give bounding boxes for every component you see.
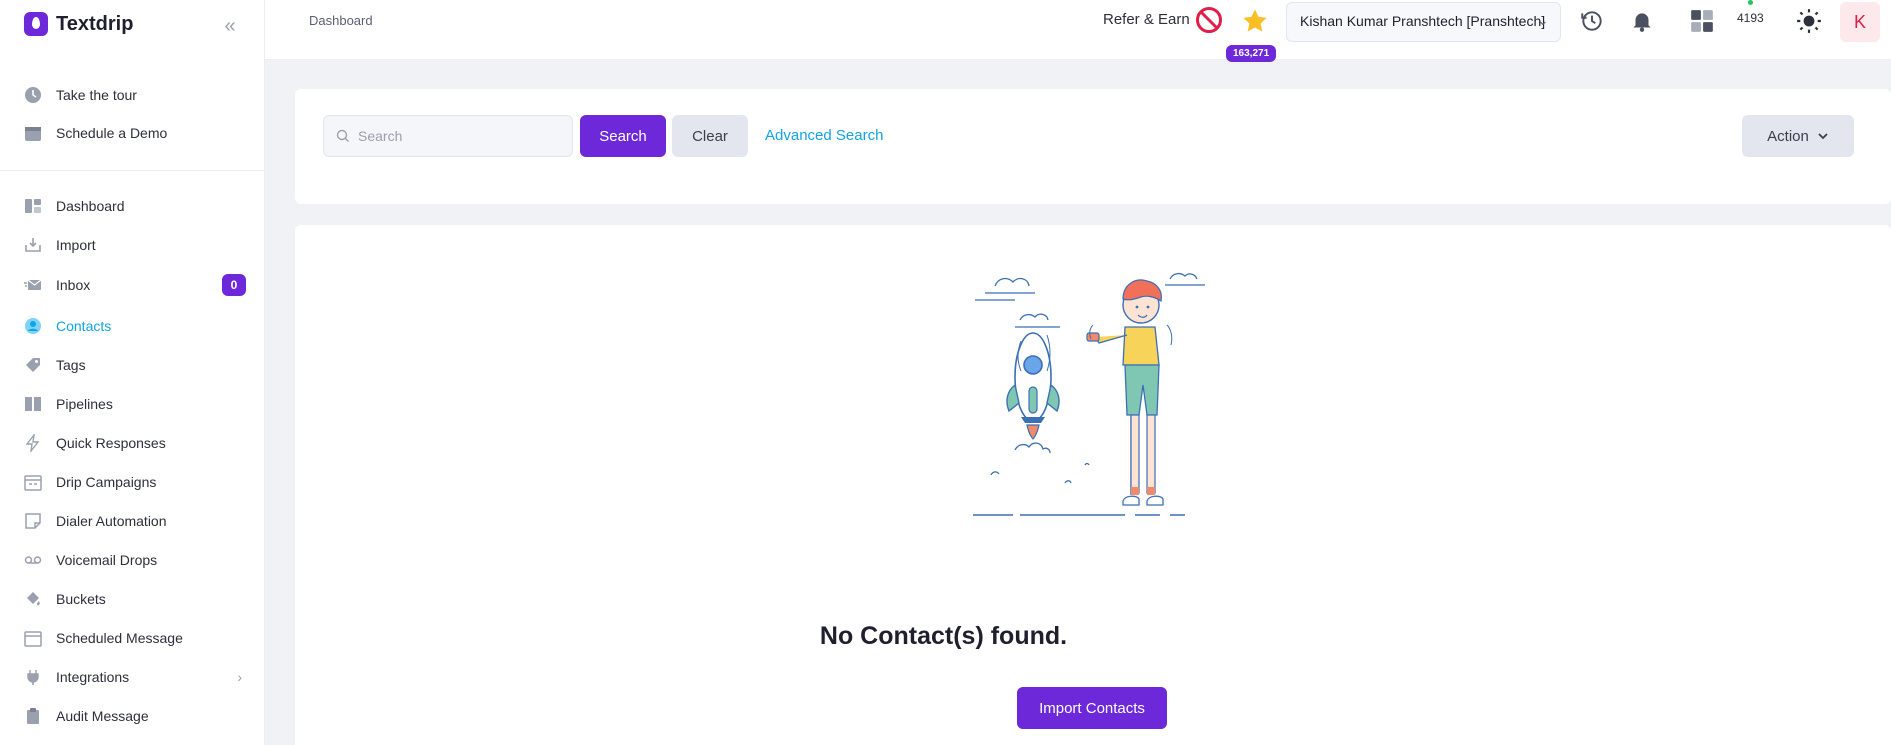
voicemail-icon [24, 551, 42, 569]
action-button-label: Action [1767, 127, 1809, 145]
sidebar-item-voicemail-drops[interactable]: Voicemail Drops [24, 548, 246, 572]
note-icon [24, 512, 42, 530]
sidebar-item-label: Dashboard [56, 198, 125, 214]
sidebar-item-quick-responses[interactable]: Quick Responses [24, 431, 246, 455]
import-icon [24, 236, 42, 254]
search-icon [336, 129, 349, 142]
chevron-right-icon: › [237, 669, 242, 685]
sidebar-item-label: Voicemail Drops [56, 552, 158, 568]
sidebar-item-pipelines[interactable]: Pipelines [24, 392, 246, 416]
lightning-icon [24, 434, 42, 452]
sidebar-item-label: Integrations [56, 669, 130, 685]
sidebar-item-contacts[interactable]: Contacts [24, 314, 246, 338]
clock-icon [24, 86, 42, 104]
calendar-clock-icon [24, 629, 42, 647]
sidebar-item-label: Dialer Automation [56, 513, 167, 529]
sidebar-item-integrations[interactable]: Integrations › [24, 665, 246, 689]
sidebar-item-label: Schedule a Demo [56, 125, 168, 141]
sidebar-item-schedule-demo[interactable]: Schedule a Demo [24, 121, 246, 145]
empty-state-card: No Contact(s) found. Import Contacts [295, 225, 1891, 745]
online-status-dot [1748, 0, 1753, 5]
advanced-search-link[interactable]: Advanced Search [765, 127, 883, 144]
clipboard-icon [24, 707, 42, 725]
sidebar-item-dashboard[interactable]: Dashboard [24, 194, 246, 218]
sidebar: Textdrip « Take the tour Schedule a Demo… [0, 0, 265, 745]
search-card: Search Clear Advanced Search Action [295, 89, 1891, 204]
textdrip-logo-icon [24, 12, 48, 36]
sidebar-item-label: Inbox [56, 277, 91, 293]
brand-name: Textdrip [56, 12, 134, 35]
user-circle-icon [24, 317, 42, 335]
sun-icon[interactable] [1796, 8, 1822, 34]
bell-icon[interactable] [1629, 8, 1655, 34]
sidebar-item-dialer-automation[interactable]: Dialer Automation [24, 509, 246, 533]
sidebar-item-label: Import [56, 237, 96, 253]
star-icon[interactable] [1241, 7, 1269, 35]
plug-icon [24, 668, 42, 686]
inbox-icon [24, 276, 42, 294]
paint-bucket-icon [24, 590, 42, 608]
top-bar: Dashboard Refer & Earn 163,271 Kishan Ku… [265, 0, 1891, 62]
apps-grid-icon[interactable] [1689, 8, 1715, 34]
import-contacts-button[interactable]: Import Contacts [1017, 687, 1167, 729]
sidebar-item-drip-campaigns[interactable]: Drip Campaigns [24, 470, 246, 494]
pipeline-columns-icon [24, 395, 42, 413]
calls-count[interactable]: 4193 [1737, 11, 1764, 25]
account-select[interactable]: Kishan Kumar Pranshtech [Pranshtech] [1286, 2, 1561, 42]
inbox-count-badge: 0 [222, 274, 246, 296]
calendar-icon [24, 124, 42, 142]
collapse-sidebar-icon[interactable]: « [218, 14, 242, 38]
search-field[interactable] [323, 115, 573, 157]
sidebar-divider [0, 170, 265, 171]
chevron-down-icon [1818, 133, 1828, 140]
points-badge: 163,271 [1226, 45, 1277, 62]
avatar[interactable]: K [1840, 2, 1880, 42]
sidebar-item-inbox[interactable]: Inbox 0 [24, 273, 246, 297]
sidebar-item-label: Contacts [56, 318, 112, 334]
sidebar-item-scheduled-message[interactable]: Scheduled Message [24, 626, 246, 650]
sidebar-item-take-the-tour[interactable]: Take the tour [24, 83, 246, 107]
breadcrumb[interactable]: Dashboard [309, 13, 373, 28]
search-input[interactable] [358, 128, 558, 144]
chevron-down-icon: ⌄ [1537, 12, 1549, 28]
sidebar-item-label: Take the tour [56, 87, 137, 103]
dashboard-icon [24, 197, 42, 215]
sidebar-item-label: Buckets [56, 591, 106, 607]
tag-icon [24, 356, 42, 374]
clear-button[interactable]: Clear [672, 115, 748, 157]
rocket-launch-illustration [973, 272, 1205, 516]
brand[interactable]: Textdrip [24, 12, 133, 36]
sidebar-item-label: Scheduled Message [56, 630, 183, 646]
empty-state-title: No Contact(s) found. [819, 622, 1068, 650]
sidebar-item-buckets[interactable]: Buckets [24, 587, 246, 611]
sidebar-item-tags[interactable]: Tags [24, 353, 246, 377]
ban-icon[interactable] [1195, 6, 1223, 34]
sidebar-item-label: Audit Message [56, 708, 149, 724]
sidebar-item-import[interactable]: Import [24, 233, 246, 257]
calendar-list-icon [24, 473, 42, 491]
history-icon[interactable] [1579, 8, 1605, 34]
sidebar-item-audit-message[interactable]: Audit Message [24, 704, 246, 728]
sidebar-item-label: Quick Responses [56, 435, 166, 451]
sidebar-item-label: Tags [56, 357, 86, 373]
sidebar-item-label: Pipelines [56, 396, 113, 412]
sidebar-item-label: Drip Campaigns [56, 474, 157, 490]
refer-earn-link[interactable]: Refer & Earn [1103, 11, 1190, 28]
search-button[interactable]: Search [580, 115, 666, 157]
action-dropdown-button[interactable]: Action [1742, 115, 1854, 157]
